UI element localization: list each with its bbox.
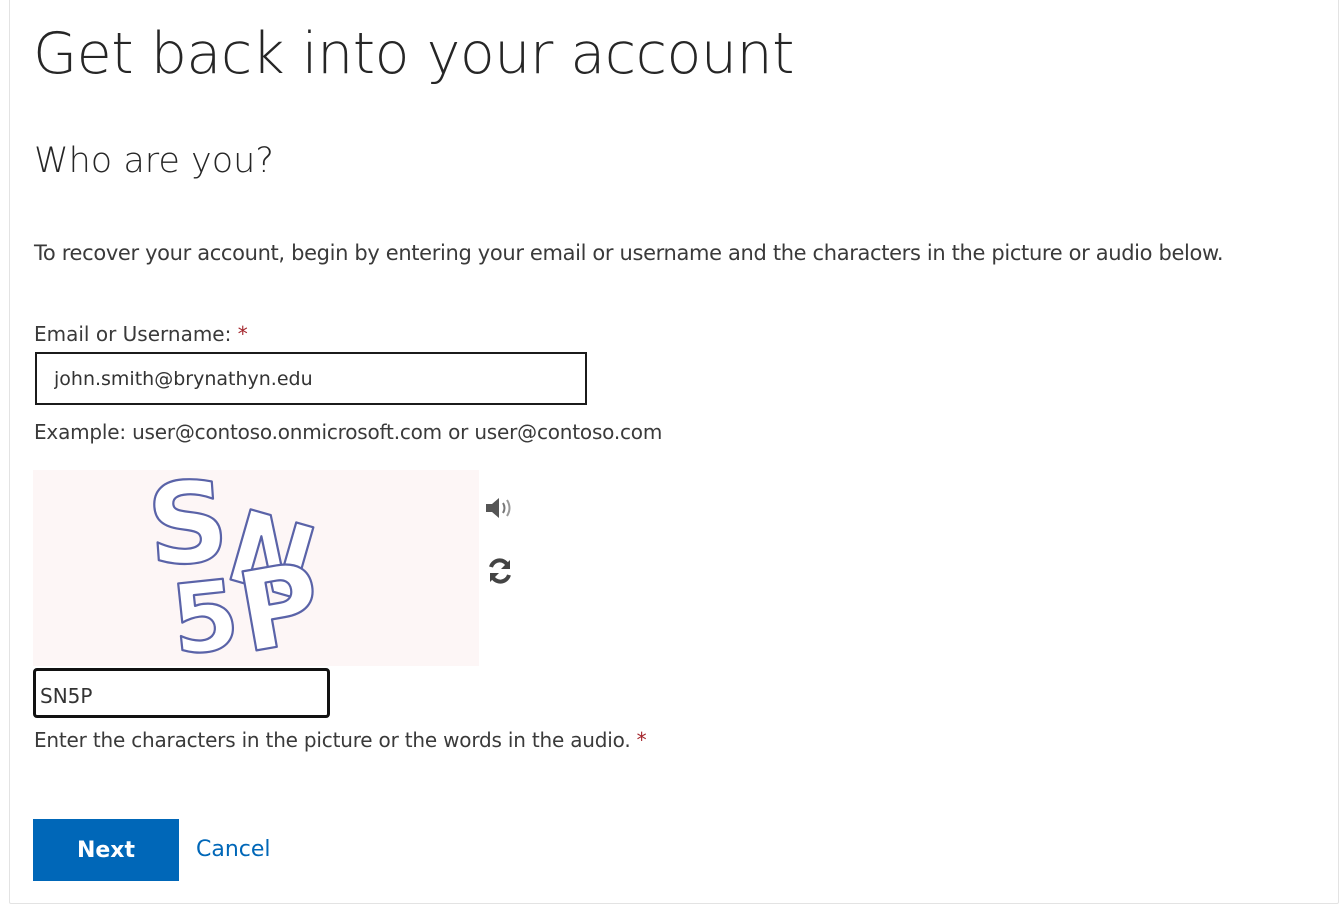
required-marker: * [237, 322, 248, 346]
page-subtitle: Who are you? [34, 141, 274, 181]
captcha-hint: Enter the characters in the picture or t… [34, 726, 647, 754]
email-example: Example: user@contoso.onmicrosoft.com or… [34, 420, 663, 444]
captcha-hint-text: Enter the characters in the picture or t… [34, 728, 631, 752]
intro-text: To recover your account, begin by enteri… [34, 241, 1224, 265]
page-title: Get back into your account [33, 21, 794, 87]
cancel-link[interactable]: Cancel [196, 835, 271, 865]
email-label: Email or Username: * [34, 320, 248, 348]
captcha-char-4: P [229, 538, 331, 666]
next-button[interactable]: Next [33, 819, 179, 881]
captcha-glyphs: S N 5 P [142, 470, 331, 666]
email-label-text: Email or Username: [34, 322, 232, 346]
email-input[interactable] [35, 352, 587, 405]
captcha-required-marker: * [636, 728, 647, 752]
speaker-icon[interactable] [484, 496, 514, 520]
captcha-input[interactable] [33, 668, 330, 718]
captcha-image: S N 5 P [33, 470, 479, 666]
refresh-icon[interactable] [486, 556, 514, 586]
